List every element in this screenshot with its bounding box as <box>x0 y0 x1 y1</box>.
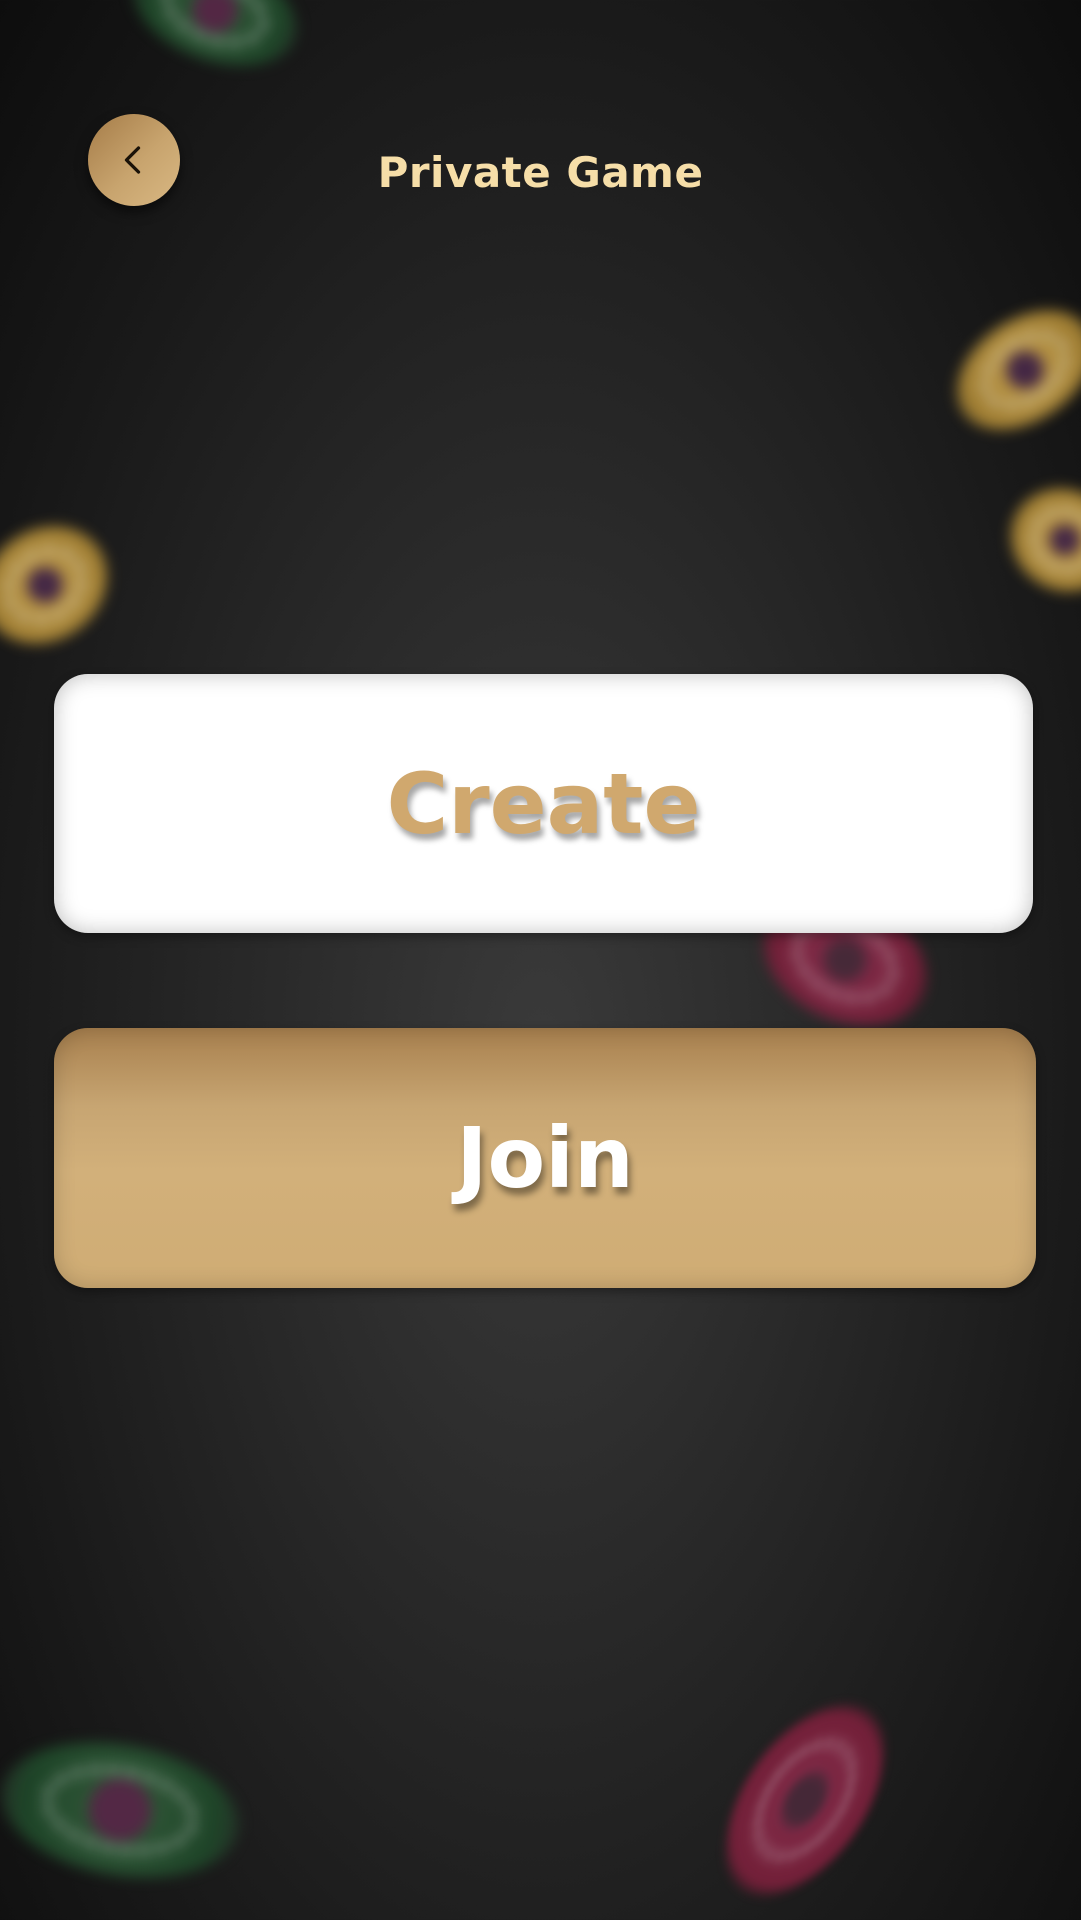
poker-chip-decoration <box>118 0 312 87</box>
poker-chip-decoration <box>695 1679 915 1920</box>
create-button[interactable]: Create <box>54 674 1033 933</box>
poker-chip-decoration <box>0 1725 250 1895</box>
create-button-label: Create <box>386 754 701 853</box>
join-button[interactable]: Join <box>54 1028 1036 1288</box>
join-button-label: Join <box>456 1109 634 1207</box>
poker-chip-decoration <box>0 502 130 668</box>
poker-chip-decoration <box>934 286 1081 454</box>
page-title: Private Game <box>377 148 704 197</box>
poker-chip-decoration <box>992 469 1081 611</box>
